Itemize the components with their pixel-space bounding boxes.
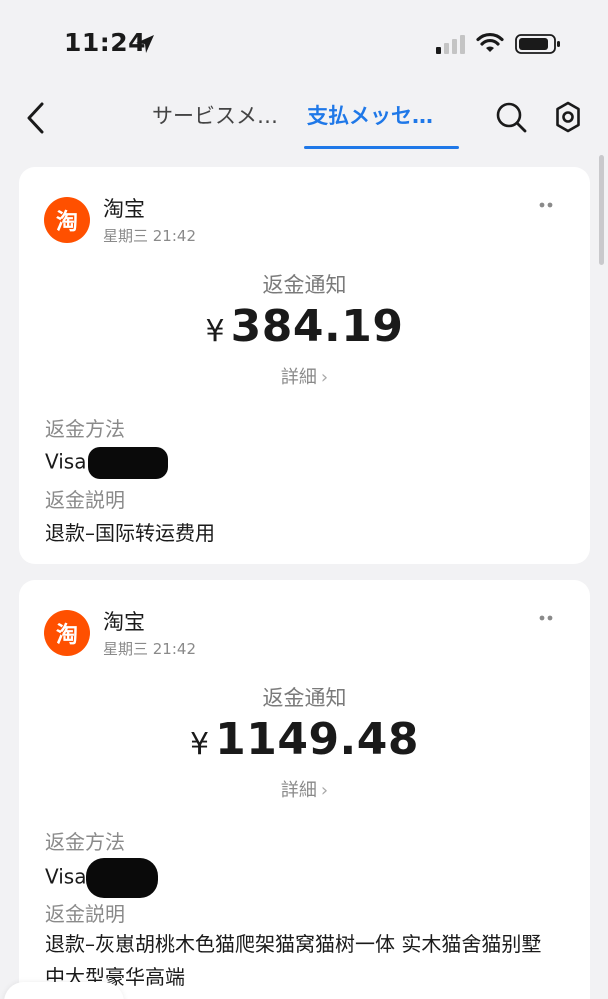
refund-amount: ¥384.19 [19,301,590,352]
currency-symbol: ¥ [205,314,225,349]
amount-value: 384.19 [230,301,404,352]
wifi-icon [476,32,504,52]
details-link[interactable]: 詳細 › [19,776,590,802]
refund-description-value: 退款–国际转运费用 [45,521,215,545]
card-name: Visa( [45,449,95,474]
location-arrow-icon [136,35,154,53]
tab-service-messages[interactable]: サービスメ… [152,100,278,130]
scrollbar[interactable] [599,155,604,265]
status-bar: 11:24 [0,0,608,88]
payment-message-card[interactable]: 淘 淘宝 星期三 21:42 返金通知 ¥384.19 詳細 › 返金方法 Vis… [19,167,590,564]
back-chevron-icon[interactable] [22,100,52,136]
amount-value: 1149.48 [215,714,419,765]
notice-title: 返金通知 [262,686,347,710]
details-label: 詳細 [280,780,317,801]
details-link[interactable]: 詳細 › [19,363,590,389]
chevron-right-icon: › [320,367,329,388]
active-tab-indicator [304,146,459,149]
tab-payment-messages[interactable]: 支払メッセ… [307,100,433,130]
refund-amount: ¥1149.48 [19,714,590,765]
search-icon[interactable] [494,100,528,134]
details-label: 詳細 [280,367,317,388]
more-options-icon[interactable] [538,610,554,626]
more-options-icon[interactable] [538,197,554,213]
gear-icon[interactable] [551,100,585,134]
refund-method-label: 返金方法 [45,417,125,441]
taobao-logo: 淘 [44,197,90,243]
nav-header: サービスメ… 支払メッセ… [0,90,608,154]
refund-method-value: Visa( [45,447,169,479]
refund-description-label: 返金説明 [45,902,125,926]
refund-description-value: 退款–灰崽胡桃木色猫爬架猫窝猫树一体 实木猫舍猫别墅 中大型豪华高端 [45,932,542,989]
redaction-mark [86,858,159,898]
screen: 11:24 サービスメ… 支払メッセ… 淘 淘宝 星期三 21:42 返金通知 … [0,0,608,999]
floating-button[interactable] [4,982,124,999]
taobao-logo: 淘 [44,610,90,656]
payment-message-card[interactable]: 淘 淘宝 星期三 21:42 返金通知 ¥1149.48 詳細 › 返金方法 Vi… [19,580,590,999]
notice-title: 返金通知 [262,273,347,297]
refund-method-value: Visa( [45,858,159,898]
battery-icon [515,34,560,54]
app-name: 淘宝 [103,610,145,634]
chevron-right-icon: › [320,780,329,801]
redaction-mark [88,447,169,479]
message-time: 星期三 21:42 [103,640,196,658]
app-name: 淘宝 [103,197,145,221]
refund-description-label: 返金説明 [45,488,125,512]
cellular-signal-icon [436,35,465,54]
refund-method-label: 返金方法 [45,830,125,854]
currency-symbol: ¥ [190,727,210,762]
message-time: 星期三 21:42 [103,227,196,245]
